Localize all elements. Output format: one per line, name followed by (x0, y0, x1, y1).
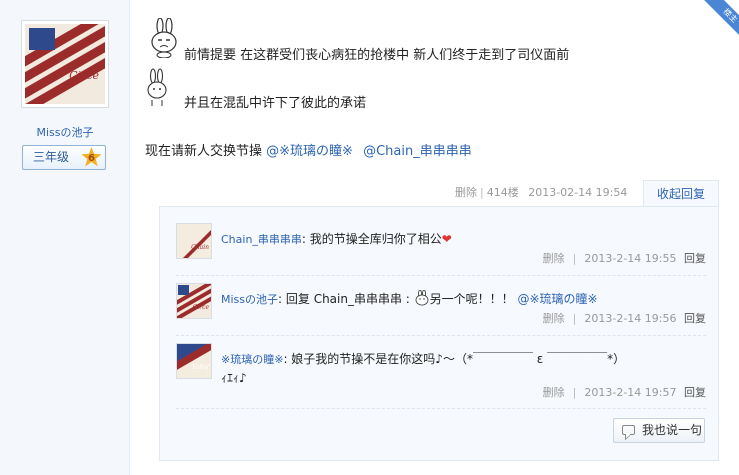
reply-avatar-signature: Vallof (191, 364, 209, 371)
reply-avatar[interactable]: Chain (176, 223, 212, 259)
reply-content: Chain_串串串串: 我的节操全库归你了相公❤ (221, 230, 709, 249)
mention-link-liuli[interactable]: @※琉璃の瞳※ (266, 144, 353, 159)
avatar-signature: Circe (69, 69, 99, 82)
heart-icon: ❤ (441, 232, 452, 246)
reply-panel: Chain Chain_串串串串: 我的节操全库归你了相公❤ 删除 | 2013-2… (159, 206, 719, 461)
reply-divider (176, 408, 706, 409)
say-something-button[interactable]: 我也说一句 (613, 418, 705, 443)
post-text-line3: 现在请新人交换节操 @※琉璃の瞳※ @Chain_串串串串 (145, 140, 472, 159)
comment-icon (622, 425, 635, 435)
reply-avatar[interactable]: Vallof (176, 343, 212, 379)
floor-owner-label: 楼主 (701, 0, 739, 38)
reply-author-name[interactable]: Missの池子 (221, 293, 278, 306)
reply-button[interactable]: 回复 (684, 386, 706, 399)
reply-button[interactable]: 回复 (684, 252, 706, 265)
reply-content: Missの池子: 回复 Chain_串串串串 : 另一个呢！！！ @※琉璃の瞳※ (221, 290, 598, 306)
reply-item: Chain Chain_串串串串: 我的节操全库归你了相公❤ 删除 | 2013-2… (176, 223, 706, 271)
reply-author-name[interactable]: Chain_串串串串 (221, 233, 302, 246)
reply-text: 娘子我的节操不是在你这吗♪～（*￣￣￣￣￣ ε ￣￣￣￣￣*） (291, 352, 626, 366)
reply-content: ※琉璃の瞳※: 娘子我的节操不是在你这吗♪～（*￣￣￣￣￣ ε ￣￣￣￣￣*） … (221, 352, 626, 385)
rabbit-thinking-emoticon-icon (147, 68, 167, 106)
reply-avatar-signature: Chain (191, 244, 209, 251)
say-button-label: 我也说一句 (642, 423, 703, 437)
reply-avatar[interactable]: Circe (176, 283, 212, 319)
author-column: Circe Missの池子 三年级 6 (0, 0, 130, 475)
reply-delete-link[interactable]: 删除 (543, 252, 565, 265)
reply-button[interactable]: 回复 (684, 312, 706, 325)
reply-meta: 删除 | 2013-2-14 19:57 回复 (542, 386, 706, 399)
floor-owner-ribbon: 楼主 (701, 0, 739, 38)
avatar-image: Circe (25, 24, 105, 104)
post-meta-bar: 删除 | 414楼 2013-02-14 19:54 (455, 186, 628, 199)
reply-delete-link[interactable]: 删除 (543, 386, 565, 399)
level-star-icon: 6 (81, 147, 102, 167)
reply-avatar-signature: Circe (192, 304, 209, 311)
reply-time: 2013-2-14 19:57 (584, 386, 677, 399)
author-name[interactable]: Missの池子 (0, 124, 130, 140)
reply-text-post: 另一个呢！！！ (429, 292, 514, 306)
collapse-replies-button[interactable]: 收起回复 (643, 180, 719, 207)
reply-item: Vallof ※琉璃の瞳※: 娘子我的节操不是在你这吗♪～（*￣￣￣￣￣ ε ￣… (176, 343, 706, 399)
mention-link-liuli[interactable]: @※琉璃の瞳※ (518, 292, 598, 306)
level-badge[interactable]: 三年级 6 (22, 145, 106, 170)
rabbit-emoticon-icon (151, 18, 177, 58)
reply-text-line2: ｨｴｨ♪ (221, 371, 247, 385)
reply-time: 2013-2-14 19:56 (584, 312, 677, 325)
reply-divider (176, 275, 706, 276)
delete-post-link[interactable]: 删除 (455, 186, 477, 199)
reply-text: 我的节操全库归你了相公 (309, 232, 442, 246)
level-label: 三年级 (33, 150, 70, 164)
post-text-line1: 前情提要 在这群受们丧心病狂的抢楼中 新人们终于走到了司仪面前 (184, 48, 570, 63)
post-line3-prefix: 现在请新人交换节操 (145, 144, 267, 159)
reply-time: 2013-2-14 19:55 (584, 252, 677, 265)
post-text-line2: 并且在混乱中许下了彼此的承诺 (184, 96, 367, 111)
post-time: 2013-02-14 19:54 (528, 186, 628, 199)
reply-item: Circe Missの池子: 回复 Chain_串串串串 : 另一个呢！！！ @… (176, 283, 706, 331)
reply-delete-link[interactable]: 删除 (543, 312, 565, 325)
reply-divider (176, 335, 706, 336)
rabbit-emoticon-icon (415, 290, 429, 306)
reply-meta: 删除 | 2013-2-14 19:55 回复 (542, 252, 706, 265)
reply-author-name[interactable]: ※琉璃の瞳※ (221, 353, 283, 366)
reply-text-pre: 回复 Chain_串串串串 : (285, 292, 410, 306)
author-avatar[interactable]: Circe (21, 20, 109, 108)
reply-meta: 删除 | 2013-2-14 19:56 回复 (542, 312, 706, 325)
floor-number: 414楼 (486, 186, 519, 199)
mention-link-chain[interactable]: @Chain_串串串串 (363, 144, 472, 159)
